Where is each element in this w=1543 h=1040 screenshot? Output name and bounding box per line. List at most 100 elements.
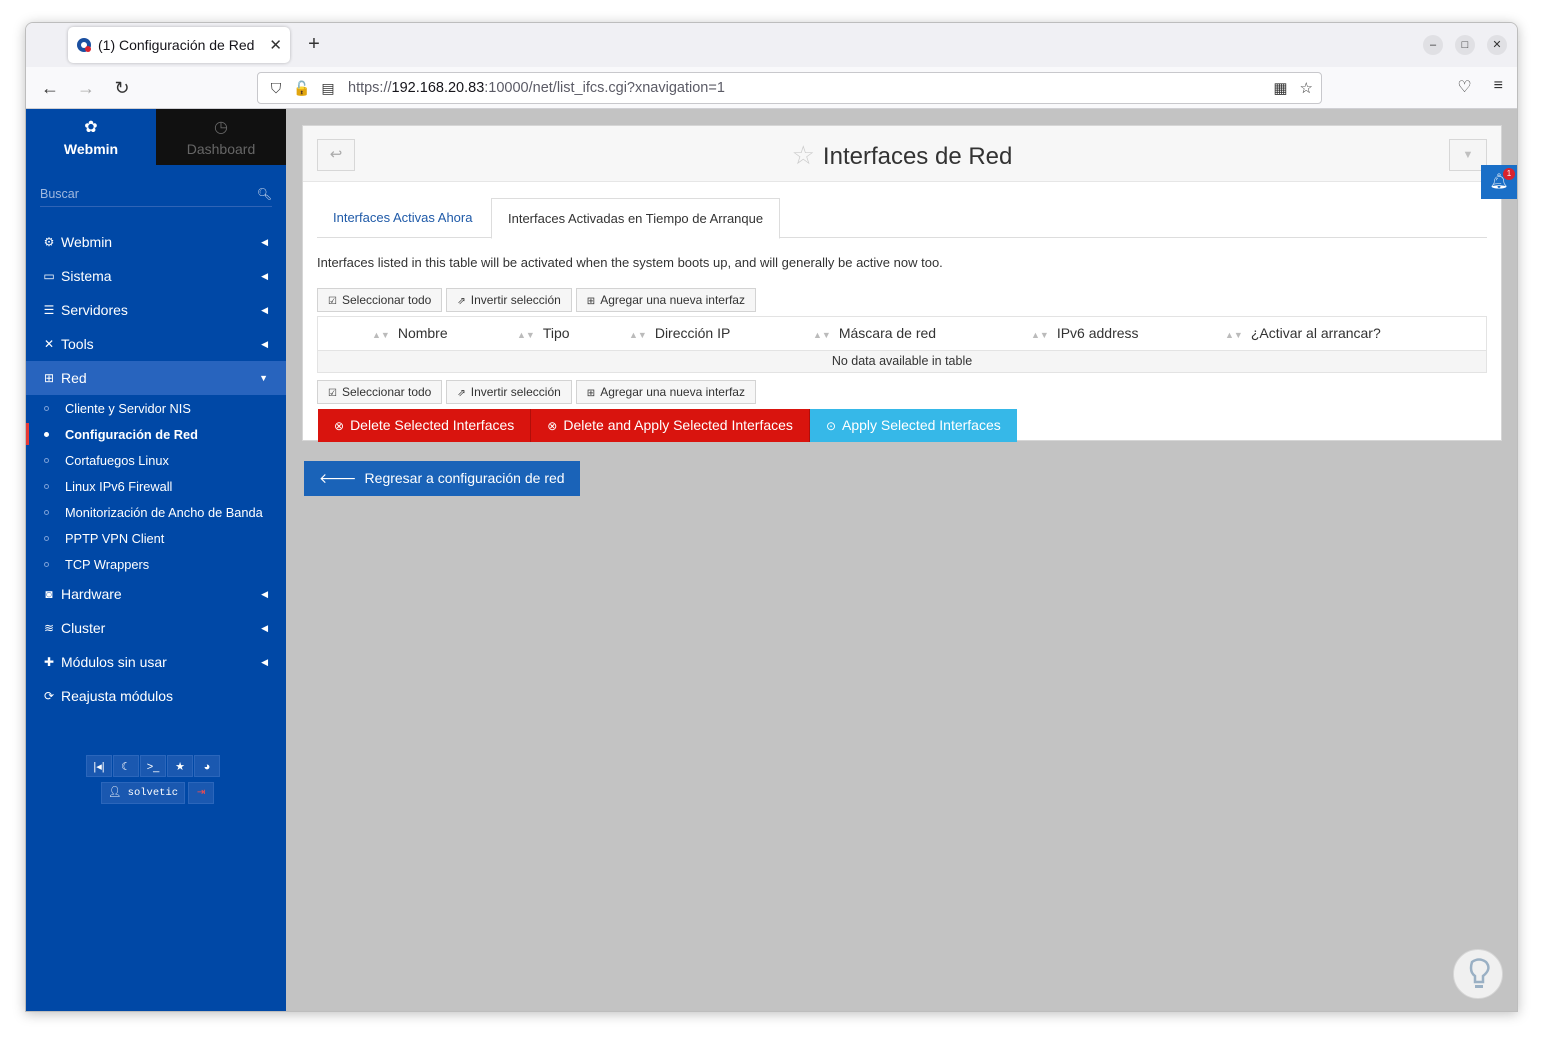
submenu-item[interactable]: PPTP VPN Client xyxy=(26,525,286,551)
terminal-icon[interactable]: >_ xyxy=(140,755,166,777)
sidebar-item-hardware[interactable]: ◙ Hardware ◀ xyxy=(26,577,286,611)
submenu-item[interactable]: Cortafuegos Linux xyxy=(26,447,286,473)
close-tab-icon[interactable]: ✕ xyxy=(269,36,282,54)
moon-icon[interactable]: ☾ xyxy=(113,755,139,777)
browser-tab[interactable]: (1) Configuración de Red ✕ xyxy=(68,27,290,63)
sidebar-item-reajusta-modulos[interactable]: ⟳ Reajusta módulos xyxy=(26,679,286,713)
network-icon: ⊞ xyxy=(43,371,55,385)
submenu-item-current[interactable]: Configuración de Red xyxy=(26,421,286,447)
window-controls: – □ ✕ xyxy=(1423,35,1507,55)
browser-window: (1) Configuración de Red ✕ + – □ ✕ ← → ↻… xyxy=(25,22,1518,1012)
tab-strip: (1) Configuración de Red ✕ + – □ ✕ xyxy=(26,23,1517,67)
reload-icon[interactable]: ↻ xyxy=(110,76,134,100)
hdd-icon: ◙ xyxy=(45,587,53,601)
forward-arrow-icon[interactable]: → xyxy=(74,76,98,100)
url-bar[interactable]: ⛉ 🔓 ▤ https://192.168.20.83:10000/net/li… xyxy=(257,72,1322,104)
minimize-icon[interactable]: – xyxy=(1423,35,1443,55)
column-nombre[interactable]: ▲▼ Nombre xyxy=(372,317,448,351)
return-to-network-config-button[interactable]: 🡐 Regresar a configuración de red xyxy=(304,461,580,496)
sidebar-user: 👤︎ solvetic ⇥ xyxy=(101,782,215,804)
layers-icon: ≋ xyxy=(43,621,55,635)
bookmark-star-icon[interactable]: ☆ xyxy=(1300,79,1313,97)
notification-bell-icon[interactable]: 🔔︎ 1 xyxy=(1481,165,1517,199)
add-interface-button[interactable]: ⊞ Agregar una nueva interfaz xyxy=(575,380,756,404)
palette-icon[interactable]: ◕ xyxy=(194,755,220,777)
delete-apply-selected-button[interactable]: ⊗ Delete and Apply Selected Interfaces xyxy=(531,409,810,442)
caret-left-icon: ◀ xyxy=(261,622,268,633)
shield-icon[interactable]: ⛉ xyxy=(266,80,286,97)
sidebar-item-tools[interactable]: ✕ Tools ◀ xyxy=(26,327,286,361)
sidebar-item-cluster[interactable]: ≋ Cluster ◀ xyxy=(26,611,286,645)
empty-table-message: No data available in table xyxy=(318,351,1486,372)
sort-icon: ▲▼ xyxy=(629,330,647,340)
caret-left-icon: ◀ xyxy=(261,588,268,599)
plus-square-icon: ⊞ xyxy=(586,388,596,399)
caret-left-icon: ◀ xyxy=(261,270,268,281)
bottom-button-row: ☑ Seleccionar todo ⇗ Invertir selección ⊞ A… xyxy=(317,380,756,404)
user-button[interactable]: 👤︎ solvetic xyxy=(101,782,186,804)
watermark-logo-icon xyxy=(1453,949,1503,999)
share-square-icon: ⇗ xyxy=(457,296,466,307)
sidebar-item-servidores[interactable]: ☰ Servidores ◀ xyxy=(26,293,286,327)
collapse-sidebar-icon[interactable]: |◂| xyxy=(86,755,112,777)
check-square-icon: ☑ xyxy=(328,296,337,307)
sidebar-tab-webmin[interactable]: ✿ Webmin xyxy=(26,109,156,165)
invert-selection-button[interactable]: ⇗ Invertir selección xyxy=(446,288,572,312)
submenu-item[interactable]: TCP Wrappers xyxy=(26,551,286,577)
column-activar-arrancar[interactable]: ▲▼ ¿Activar al arrancar? xyxy=(1225,317,1381,351)
lock-warning-icon[interactable]: 🔓 xyxy=(292,80,312,97)
column-direccion-ip[interactable]: ▲▼ Dirección IP xyxy=(629,317,730,351)
column-mascara-red[interactable]: ▲▼ Máscara de red xyxy=(813,317,936,351)
laptop-icon: ▭ xyxy=(43,269,55,283)
submenu-item[interactable]: Linux IPv6 Firewall xyxy=(26,473,286,499)
column-tipo[interactable]: ▲▼ Tipo xyxy=(517,317,570,351)
apply-selected-button[interactable]: ⊙ Apply Selected Interfaces xyxy=(809,409,1017,442)
page-content: ✿ Webmin ◷ Dashboard 🔍︎ ⚙ Webmin ◀ xyxy=(26,109,1517,1011)
sidebar-tab-dashboard[interactable]: ◷ Dashboard xyxy=(156,109,286,165)
menu-hamburger-icon[interactable]: ≡ xyxy=(1494,77,1503,97)
tab-interfaces-arranque[interactable]: Interfaces Activadas en Tiempo de Arranq… xyxy=(491,198,781,239)
notification-badge: 1 xyxy=(1503,168,1515,180)
select-all-button[interactable]: ☑ Seleccionar todo xyxy=(317,380,443,404)
new-tab-button[interactable]: + xyxy=(302,33,326,57)
close-window-icon[interactable]: ✕ xyxy=(1487,35,1507,55)
arrow-left-icon: 🡐 xyxy=(319,470,357,486)
sort-icon: ▲▼ xyxy=(813,330,831,340)
permissions-icon[interactable]: ▤ xyxy=(318,80,338,97)
invert-selection-button[interactable]: ⇗ Invertir selección xyxy=(446,380,572,404)
sort-icon: ▲▼ xyxy=(372,330,390,340)
sidebar-menu: ⚙ Webmin ◀ ▭ Sistema ◀ ☰ Servidores ◀ ✕ … xyxy=(26,225,286,713)
add-interface-button[interactable]: ⊞ Agregar una nueva interfaz xyxy=(575,288,756,312)
sidebar-item-red[interactable]: ⊞ Red ▼ xyxy=(26,361,286,395)
sort-icon: ▲▼ xyxy=(517,330,535,340)
back-arrow-icon[interactable]: ← xyxy=(38,76,62,100)
maximize-icon[interactable]: □ xyxy=(1455,35,1475,55)
tab-interfaces-activas[interactable]: Interfaces Activas Ahora xyxy=(317,198,488,238)
caret-left-icon: ◀ xyxy=(261,236,268,247)
share-square-icon: ⇗ xyxy=(457,388,466,399)
url-text[interactable]: https://192.168.20.83:10000/net/list_ifc… xyxy=(348,80,725,96)
submenu-item[interactable]: Cliente y Servidor NIS xyxy=(26,395,286,421)
tab-title: (1) Configuración de Red xyxy=(98,37,255,53)
submenu-item[interactable]: Monitorización de Ancho de Banda xyxy=(26,499,286,525)
caret-left-icon: ◀ xyxy=(261,656,268,667)
delete-selected-button[interactable]: ⊗ Delete Selected Interfaces xyxy=(318,409,532,442)
select-all-button[interactable]: ☑ Seleccionar todo xyxy=(317,288,443,312)
sidebar-item-sistema[interactable]: ▭ Sistema ◀ xyxy=(26,259,286,293)
reader-view-icon[interactable]: ▦ xyxy=(1273,79,1287,97)
sidebar-item-modulos-sin-usar[interactable]: ✚ Módulos sin usar ◀ xyxy=(26,645,286,679)
plus-square-icon: ⊞ xyxy=(586,296,596,307)
times-circle-icon: ⊗ xyxy=(334,419,345,433)
column-ipv6[interactable]: ▲▼ IPv6 address xyxy=(1031,317,1139,351)
navigation-bar: ← → ↻ ⛉ 🔓 ▤ https://192.168.20.83:10000/… xyxy=(26,67,1517,109)
favorite-star-icon[interactable]: ☆ xyxy=(792,140,815,170)
favorites-star-icon[interactable]: ★ xyxy=(167,755,193,777)
sidebar-item-webmin[interactable]: ⚙ Webmin ◀ xyxy=(26,225,286,259)
search-icon[interactable]: 🔍︎ xyxy=(257,187,272,201)
pocket-icon[interactable]: ♡ xyxy=(1457,77,1471,97)
logout-icon[interactable]: ⇥ xyxy=(188,782,215,804)
page-title: ☆ Interfaces de Red xyxy=(791,140,1013,170)
dashboard-gauge-icon: ◷ xyxy=(214,119,228,136)
search-input[interactable] xyxy=(40,186,240,201)
check-circle-icon: ⊙ xyxy=(825,419,836,433)
